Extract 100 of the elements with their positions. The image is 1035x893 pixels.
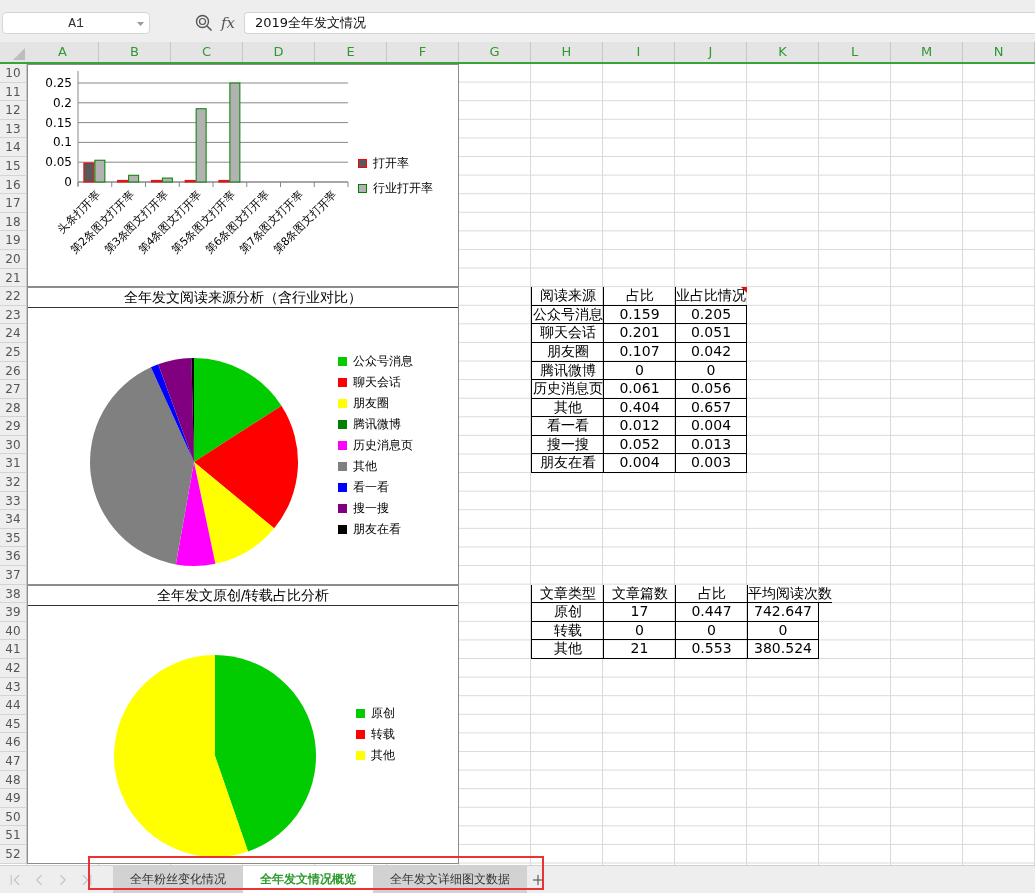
legend-label: 看一看	[353, 479, 389, 497]
header-cell: 文章类型	[531, 584, 603, 604]
header-cell: 业占比情况	[675, 287, 747, 306]
row-header[interactable]: 14	[0, 138, 27, 157]
row-header[interactable]: 44	[0, 696, 27, 715]
header-cell: 平均阅读次数	[747, 584, 832, 604]
row-header[interactable]: 42	[0, 659, 27, 678]
table-cell: 0.447	[675, 603, 747, 622]
sheet-tab[interactable]: 全年粉丝变化情况	[113, 866, 243, 893]
table-cell: 0.404	[603, 398, 675, 418]
table-cell: 0.003	[675, 454, 747, 474]
axis-label: 0.25	[45, 76, 72, 91]
legend-label: 朋友在看	[353, 521, 401, 539]
table-cell: 0.061	[603, 380, 675, 399]
axis-label: 0.2	[52, 95, 72, 110]
name-box[interactable]: A1	[2, 12, 150, 34]
table-cell: 原创	[531, 603, 603, 622]
legend-label: 其他	[353, 458, 377, 476]
legend-label: 打开率	[373, 154, 409, 172]
header-cell: 占比	[603, 287, 675, 306]
table-cell: 0.657	[675, 398, 747, 418]
legend-label: 其他	[371, 746, 395, 764]
table-cell: 看一看	[531, 417, 603, 436]
legend-label: 行业打开率	[373, 179, 433, 197]
bar	[83, 162, 95, 183]
table-cell: 0	[675, 361, 747, 381]
axis-label: 0	[64, 175, 72, 190]
legend-label: 转载	[371, 725, 395, 743]
row-header[interactable]: 34	[0, 510, 27, 529]
axis-label: 0.15	[45, 115, 72, 130]
table-cell: 搜一搜	[531, 435, 603, 455]
table-cell: 历史消息页	[531, 380, 603, 399]
row-header[interactable]: 31	[0, 454, 27, 474]
header-cell: 占比	[675, 584, 747, 604]
select-all-icon[interactable]	[13, 48, 25, 60]
legend-label: 原创	[371, 704, 395, 722]
row-header[interactable]: 17	[0, 194, 27, 213]
table-cell: 380.524	[747, 640, 819, 659]
sheet-tab[interactable]: 全年发文情况概览	[243, 866, 373, 893]
row-header[interactable]: 19	[0, 231, 27, 250]
row-header[interactable]: 10	[0, 64, 27, 83]
axis-label: 0.1	[52, 135, 72, 150]
table-cell: 17	[603, 603, 675, 622]
legend-label: 搜一搜	[353, 500, 389, 518]
table-cell: 0.051	[675, 324, 747, 343]
row-header[interactable]: 36	[0, 547, 27, 567]
table-cell: 0.042	[675, 342, 747, 362]
table-cell: 0.107	[603, 342, 675, 362]
table-cell: 0.056	[675, 380, 747, 399]
table-cell: 0.553	[675, 640, 747, 659]
row-header[interactable]: 29	[0, 417, 27, 436]
legend-label: 腾讯微博	[353, 416, 401, 434]
header-cell: 文章篇数	[603, 584, 675, 604]
table-cell: 0	[603, 361, 675, 381]
row-header[interactable]: 12	[0, 101, 27, 120]
row-header[interactable]: 22	[0, 287, 27, 306]
sheet-tab[interactable]: 全年发文详细图文数据	[373, 866, 527, 893]
table-cell: 0.159	[603, 305, 675, 325]
table-cell: 0.013	[675, 435, 747, 455]
table-cell: 742.647	[747, 603, 819, 622]
row-header[interactable]: 46	[0, 733, 27, 752]
row-header[interactable]: 32	[0, 473, 27, 492]
row-header[interactable]: 51	[0, 826, 27, 845]
legend-label: 公众号消息	[353, 353, 413, 371]
legend-label: 朋友圈	[353, 395, 389, 413]
table-cell: 0.201	[603, 324, 675, 343]
chart-title: 全年发文阅读来源分析（含行业对比）	[28, 288, 458, 309]
table-cell: 朋友圈	[531, 342, 603, 362]
table-cell: 0	[675, 621, 747, 641]
row-header[interactable]: 27	[0, 380, 27, 399]
axis-label: 0.05	[45, 155, 72, 170]
table-cell: 21	[603, 640, 675, 659]
table-cell: 0.004	[675, 417, 747, 436]
legend-label: 历史消息页	[353, 437, 413, 455]
row-header[interactable]: 49	[0, 789, 27, 808]
row-header[interactable]: 24	[0, 324, 27, 343]
row-header[interactable]: 37	[0, 566, 27, 585]
table-cell: 腾讯微博	[531, 361, 603, 381]
table-cell: 0.004	[603, 454, 675, 474]
table-cell: 公众号消息	[531, 305, 603, 325]
caret-icon	[137, 22, 144, 26]
row-header[interactable]: 41	[0, 640, 27, 659]
formula-field[interactable]: 2019全年发文情况	[244, 12, 1035, 34]
table-cell: 其他	[531, 640, 603, 659]
table-cell: 0.012	[603, 417, 675, 436]
table-cell: 0.205	[675, 305, 747, 325]
function-button[interactable]: fx	[221, 14, 235, 32]
table-cell: 0	[603, 621, 675, 641]
chart-title: 全年发文原创/转载占比分析	[28, 585, 458, 606]
magnifier-icon[interactable]	[195, 14, 213, 32]
table-cell: 朋友在看	[531, 454, 603, 474]
table-cell: 其他	[531, 398, 603, 418]
header-cell: 阅读来源	[531, 287, 603, 306]
table-cell: 转载	[531, 621, 603, 641]
row-header[interactable]: 39	[0, 603, 27, 622]
legend-label: 聊天会话	[353, 374, 401, 392]
table-cell: 0	[747, 621, 819, 641]
table-cell: 0.052	[603, 435, 675, 455]
bar	[94, 159, 106, 183]
table-cell: 聊天会话	[531, 324, 603, 343]
